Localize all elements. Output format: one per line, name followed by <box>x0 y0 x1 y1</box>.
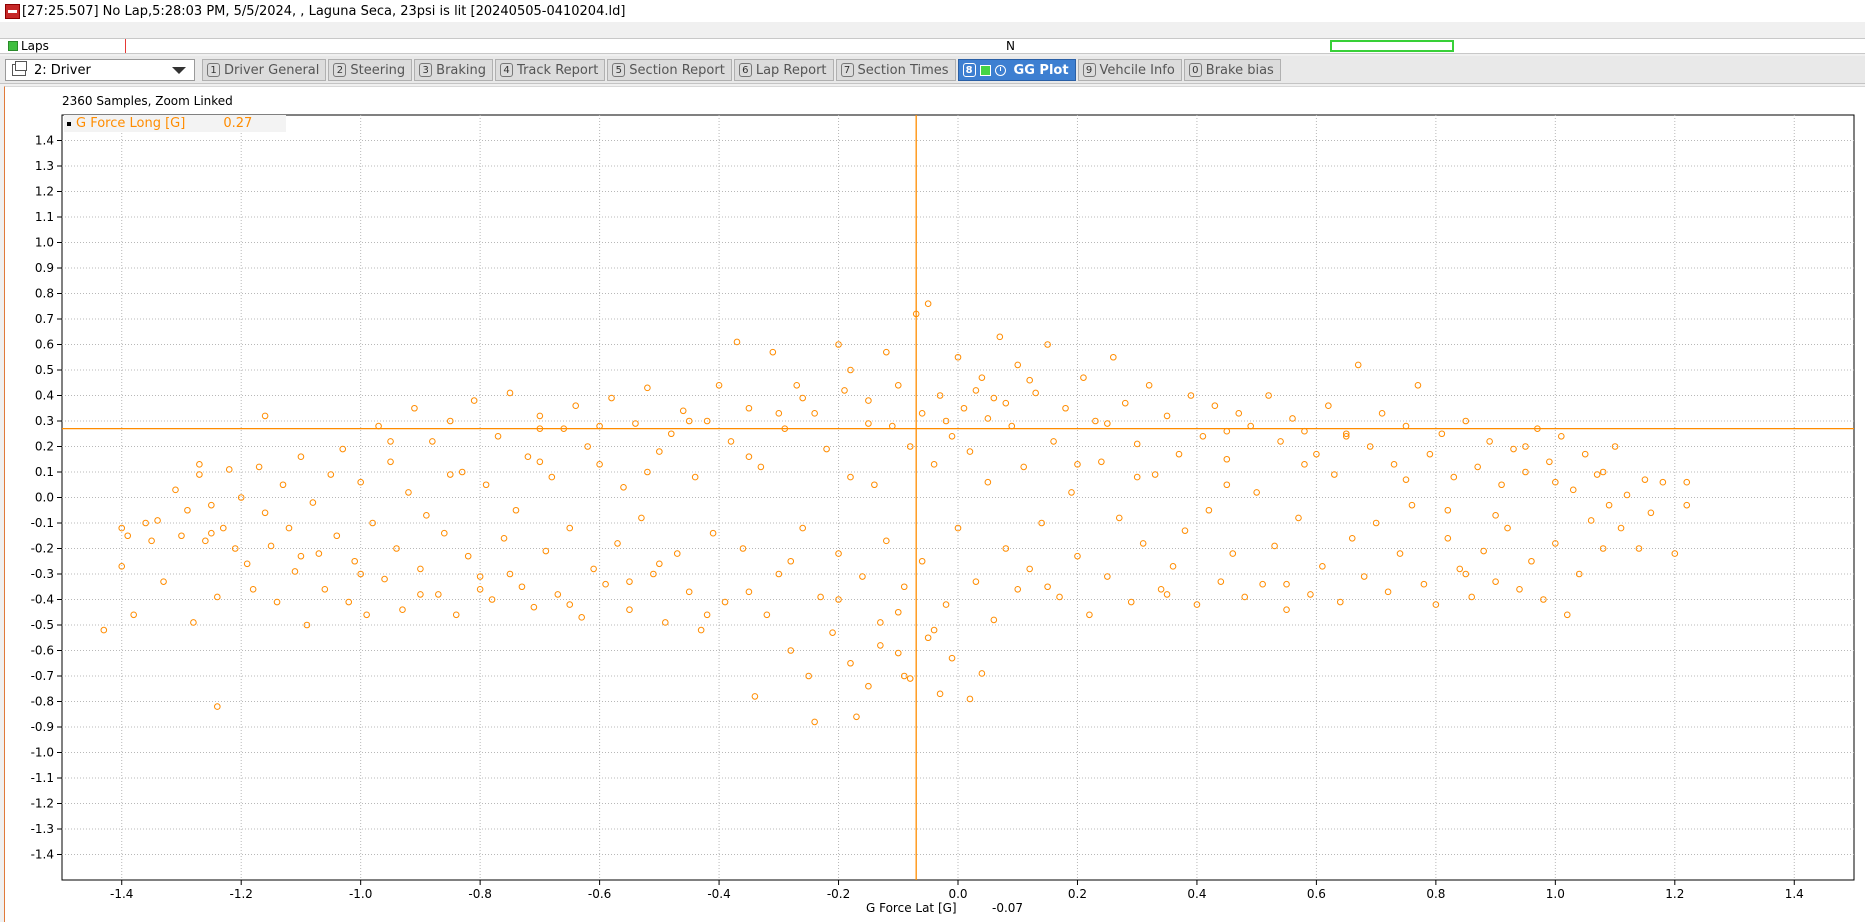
x-axis-label: G Force Lat [G] <box>866 901 957 915</box>
legend-swatch <box>67 121 71 126</box>
gg-scatter-chart[interactable]: -1.4 -1.2 -1.0 -0.8 -0.6 -0.4 -0.2 0.0 0.2 0.4 0.6… <box>0 0 1865 922</box>
x-tick-label: -0.4 <box>707 887 730 901</box>
y-tick-label: 0.0 <box>35 491 54 505</box>
y-tick-label: 0.2 <box>35 440 54 454</box>
y-tick-label: 0.1 <box>35 465 54 479</box>
y-tick-label: 0.3 <box>35 414 54 428</box>
x-tick-label: -1.0 <box>349 887 372 901</box>
y-tick-label: -1.0 <box>31 746 54 760</box>
y-tick-label: -0.1 <box>31 516 54 530</box>
y-tick-label: 0.8 <box>35 287 54 301</box>
x-tick-label: 0.8 <box>1426 887 1445 901</box>
y-tick-label: -1.1 <box>31 771 54 785</box>
y-tick-label: 1.1 <box>35 210 54 224</box>
y-tick-label: 0.6 <box>35 338 54 352</box>
x-tick-label: -0.6 <box>588 887 611 901</box>
y-tick-label: -1.3 <box>31 822 54 836</box>
y-tick-label: 1.4 <box>35 134 54 148</box>
y-tick-label: 0.5 <box>35 363 54 377</box>
x-tick-label: 1.0 <box>1546 887 1565 901</box>
y-tick-label: -0.3 <box>31 567 54 581</box>
y-tick-label: 0.4 <box>35 389 54 403</box>
legend-series-name: G Force Long [G] <box>76 116 186 131</box>
y-tick-label: -1.2 <box>31 797 54 811</box>
x-cursor-value: -0.07 <box>992 901 1024 915</box>
x-tick-label: -1.2 <box>229 887 252 901</box>
x-tick-label: 0.0 <box>948 887 967 901</box>
chart-legend[interactable]: G Force Long [G] 0.27 <box>64 115 286 132</box>
y-tick-label: -1.4 <box>31 848 54 862</box>
x-tick-label: 1.4 <box>1785 887 1804 901</box>
samples-info: 2360 Samples, Zoom Linked <box>62 94 233 108</box>
y-tick-label: -0.7 <box>31 669 54 683</box>
x-tick-label: 0.4 <box>1187 887 1206 901</box>
y-tick-label: 1.0 <box>35 236 54 250</box>
x-tick-label: -0.2 <box>827 887 850 901</box>
x-tick-label: 0.2 <box>1068 887 1087 901</box>
y-tick-label: 0.7 <box>35 312 54 326</box>
y-tick-label: -0.2 <box>31 542 54 556</box>
x-tick-label: -0.8 <box>468 887 491 901</box>
x-tick-label: -1.4 <box>110 887 133 901</box>
y-tick-label: -0.5 <box>31 618 54 632</box>
y-tick-label: 1.2 <box>35 185 54 199</box>
x-tick-label: 0.6 <box>1307 887 1326 901</box>
y-tick-label: 0.9 <box>35 261 54 275</box>
y-tick-label: -0.8 <box>31 695 54 709</box>
y-tick-label: -0.4 <box>31 593 54 607</box>
y-tick-label: 1.3 <box>35 159 54 173</box>
y-tick-label: -0.9 <box>31 720 54 734</box>
x-tick-label: 1.2 <box>1665 887 1684 901</box>
legend-cursor-value: 0.27 <box>223 116 253 131</box>
y-tick-label: -0.6 <box>31 644 54 658</box>
